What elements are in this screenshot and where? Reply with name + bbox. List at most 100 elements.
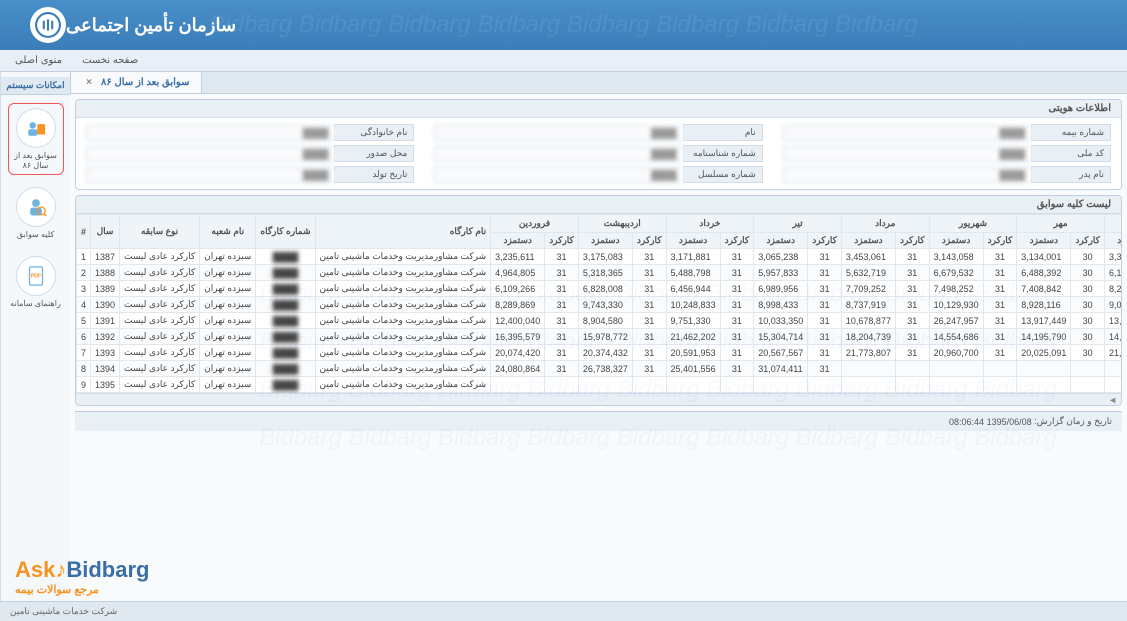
sidebar-item-guide[interactable]: PDF راهنمای سامانه <box>8 252 64 313</box>
col-mehr-wage[interactable]: دستمزد <box>1017 233 1071 249</box>
cell-row: 3 <box>77 281 91 297</box>
col-record-type[interactable]: نوع سابقه <box>120 215 200 249</box>
report-time-label: تاریخ و زمان گزارش: <box>1034 416 1112 427</box>
brand-text: Bidbarg <box>66 557 149 582</box>
tab-records-after-86[interactable]: سوابق بعد از سال ۸۶ × <box>70 72 202 93</box>
col-khordad-days[interactable]: کارکرد <box>720 233 754 249</box>
col-aban[interactable]: آبان <box>1104 215 1121 233</box>
cell-year: 1394 <box>91 361 120 377</box>
cell-workshop-no: ████ <box>256 313 315 329</box>
col-year[interactable]: سال <box>91 215 120 249</box>
col-tir[interactable]: تیر <box>754 215 842 233</box>
col-shahrivar[interactable]: شهریور <box>929 215 1017 233</box>
cell-wage: 8,928,116 <box>1017 297 1071 313</box>
cell-days: 31 <box>545 249 579 265</box>
sidebar-item-label: راهنمای سامانه <box>10 299 61 309</box>
sidebar-item-all-records[interactable]: کلیه سوابق <box>8 183 64 244</box>
cell-wage: 10,129,930 <box>929 297 983 313</box>
cell-days: 31 <box>983 345 1017 361</box>
table-row[interactable]: 61392کارکرد عادی لیستسیزده تهران████شرکت… <box>77 329 1122 345</box>
col-khordad[interactable]: خرداد <box>666 215 754 233</box>
cell-days: 31 <box>720 281 754 297</box>
col-ordibehesht-wage[interactable]: دستمزد <box>578 233 632 249</box>
all-records-icon <box>16 187 56 227</box>
cell-wage: 14,195,790 <box>1017 329 1071 345</box>
cell-wage: 3,235,611 <box>491 249 545 265</box>
table-row[interactable]: 91395کارکرد عادی لیستسیزده تهران████شرکت… <box>77 377 1122 393</box>
cell-wage: 21,938,666 <box>1104 345 1121 361</box>
ask-text: Ask <box>15 557 55 582</box>
col-workshop-name[interactable]: نام کارگاه <box>315 215 491 249</box>
col-shahrivar-wage[interactable]: دستمزد <box>929 233 983 249</box>
nav-main-menu[interactable]: منوی اصلی <box>15 55 62 66</box>
cell-type: کارکرد عادی لیست <box>120 313 200 329</box>
askbidbarg-sub: مرجع سوالات بیمه <box>15 583 99 596</box>
table-scroll[interactable]: #سالنوع سابقهنام شعبهشماره کارگاهنام کار… <box>76 214 1121 393</box>
cell-wage <box>491 377 545 393</box>
cell-wage: 25,401,556 <box>666 361 720 377</box>
cell-wage: 8,289,869 <box>491 297 545 313</box>
table-row[interactable]: 21388کارکرد عادی لیستسیزده تهران████شرکت… <box>77 265 1122 281</box>
cell-wage: 21,462,202 <box>666 329 720 345</box>
col-farvardin-wage[interactable]: دستمزد <box>491 233 545 249</box>
cell-wage: 20,591,953 <box>666 345 720 361</box>
table-row[interactable]: 71393کارکرد عادی لیستسیزده تهران████شرکت… <box>77 345 1122 361</box>
cell-days: 31 <box>983 281 1017 297</box>
cell-type: کارکرد عادی لیست <box>120 329 200 345</box>
cell-workshop-no: ████ <box>256 329 315 345</box>
col-tir-days[interactable]: کارکرد <box>808 233 842 249</box>
col-mehr[interactable]: مهر <box>1017 215 1105 233</box>
col-aban-wage[interactable]: دستمزد <box>1104 233 1121 249</box>
col-farvardin-days[interactable]: کارکرد <box>545 233 579 249</box>
cell-wage <box>1017 361 1071 377</box>
cell-days: 31 <box>632 345 666 361</box>
table-row[interactable]: 81394کارکرد عادی لیستسیزده تهران████شرکت… <box>77 361 1122 377</box>
cell-wage: 26,247,957 <box>929 313 983 329</box>
col-branch[interactable]: نام شعبه <box>200 215 256 249</box>
col-khordad-wage[interactable]: دستمزد <box>666 233 720 249</box>
scroll-left-indicator[interactable]: ◄ <box>76 393 1121 405</box>
table-row[interactable]: 41390کارکرد عادی لیستسیزده تهران████شرکت… <box>77 297 1122 313</box>
col-mordad[interactable]: مرداد <box>841 215 929 233</box>
cell-wage <box>929 361 983 377</box>
cell-days: 31 <box>545 281 579 297</box>
cell-branch: سیزده تهران <box>200 281 256 297</box>
cell-workshop-no: ████ <box>256 297 315 313</box>
cell-row: 1 <box>77 249 91 265</box>
col-mordad-days[interactable]: کارکرد <box>895 233 929 249</box>
cell-wage: 3,065,238 <box>754 249 808 265</box>
table-row[interactable]: 51391کارکرد عادی لیستسیزده تهران████شرکت… <box>77 313 1122 329</box>
col-row[interactable]: # <box>77 215 91 249</box>
nav-home[interactable]: صفحه نخست <box>82 55 138 66</box>
tab-close-icon[interactable]: × <box>83 77 95 89</box>
col-tir-wage[interactable]: دستمزد <box>754 233 808 249</box>
cell-days: 31 <box>895 281 929 297</box>
table-row[interactable]: 11387کارکرد عادی لیستسیزده تهران████شرکت… <box>77 249 1122 265</box>
records-panel-header: لیست کلیه سوابق <box>76 196 1121 214</box>
cell-workshop-name: شرکت مشاورمدیریت وخدمات ماشینی تامین <box>315 265 491 281</box>
cell-workshop-name: شرکت مشاورمدیریت وخدمات ماشینی تامین <box>315 249 491 265</box>
cell-days: 31 <box>808 313 842 329</box>
cell-type: کارکرد عادی لیست <box>120 249 200 265</box>
cell-year: 1389 <box>91 281 120 297</box>
table-row[interactable]: 31389کارکرد عادی لیستسیزده تهران████شرکت… <box>77 281 1122 297</box>
cell-days: 30 <box>1071 329 1105 345</box>
col-mordad-wage[interactable]: دستمزد <box>841 233 895 249</box>
col-workshop-no[interactable]: شماره کارگاه <box>256 215 315 249</box>
cell-wage: 20,374,432 <box>578 345 632 361</box>
sidebar-item-records-after-86[interactable]: سوابق بعد از سال ۸۶ <box>8 103 64 175</box>
pdf-guide-icon: PDF <box>16 256 56 296</box>
col-mehr-days[interactable]: کارکرد <box>1071 233 1105 249</box>
cell-wage <box>929 377 983 393</box>
askbidbarg-logo: Ask♪Bidbarg مرجع سوالات بیمه <box>15 557 149 596</box>
col-ordibehesht[interactable]: اردیبهشت <box>578 215 666 233</box>
cell-days <box>983 377 1017 393</box>
cell-days: 31 <box>983 329 1017 345</box>
col-farvardin[interactable]: فروردین <box>491 215 579 233</box>
col-shahrivar-days[interactable]: کارکرد <box>983 233 1017 249</box>
cell-wage: 18,204,739 <box>841 329 895 345</box>
cell-wage: 6,989,956 <box>754 281 808 297</box>
col-ordibehesht-days[interactable]: کارکرد <box>632 233 666 249</box>
cell-type: کارکرد عادی لیست <box>120 281 200 297</box>
cell-wage: 10,033,350 <box>754 313 808 329</box>
